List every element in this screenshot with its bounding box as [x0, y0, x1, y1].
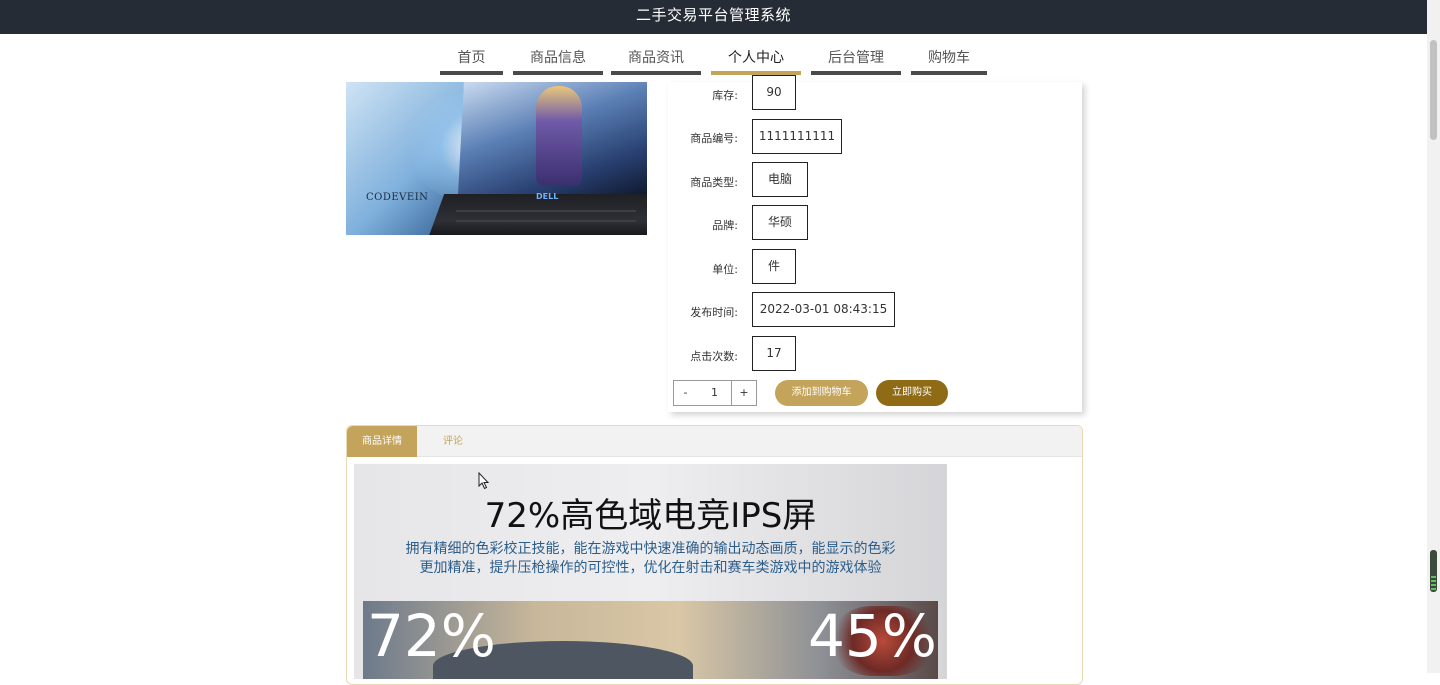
keyboard-row [455, 210, 637, 212]
laptop-logo: DELL [536, 192, 559, 201]
nav-admin[interactable]: 后台管理 [811, 47, 901, 75]
nav-personal-center-label: 个人中心 [728, 50, 784, 66]
nav-cart-label: 购物车 [928, 50, 970, 66]
game-logo: CODEVEIN [366, 192, 429, 203]
detail-subtitle: 拥有精细的色彩校正技能，能在游戏中快速准确的输出动态画质，能显示的色彩 [405, 541, 896, 557]
nav-news[interactable]: 商品资讯 [611, 47, 701, 75]
scrollbar-thumb[interactable] [1430, 40, 1437, 140]
field-value: 电脑 [752, 162, 808, 197]
marker-line [1431, 584, 1436, 586]
stat-left: 72% [367, 602, 496, 670]
quantity-plus-button[interactable]: + [731, 380, 757, 406]
nav-products-label: 商品信息 [530, 50, 586, 66]
add-to-cart-button[interactable]: 添加到购物车 [775, 380, 868, 406]
nav-cart[interactable]: 购物车 [911, 47, 987, 75]
tab-product-detail[interactable]: 商品详情 [347, 426, 417, 457]
field-value: 1111111111 [752, 119, 842, 154]
stat-right: 45% [808, 602, 937, 670]
tab-comments[interactable]: 评论 [433, 426, 473, 457]
product-detail-image: 72%高色域电竞IPS屏 拥有精细的色彩校正技能，能在游戏中快速准确的输出动态画… [354, 464, 947, 679]
field-label: 库存: [712, 89, 738, 102]
character-figure [536, 86, 582, 186]
app-header: 二手交易平台管理系统 [0, 0, 1427, 34]
field-label: 商品类型: [690, 176, 738, 189]
detail-title: 72%高色域电竞IPS屏 [484, 496, 817, 536]
field-label: 商品编号: [690, 132, 738, 145]
buy-now-button[interactable]: 立即购买 [876, 380, 948, 406]
product-image: CODEVEIN DELL [346, 82, 647, 235]
app-title: 二手交易平台管理系统 [635, 6, 791, 24]
nav-home[interactable]: 首页 [440, 47, 503, 75]
scroll-position-marker [1430, 550, 1437, 592]
quantity-minus-button[interactable]: - [673, 380, 698, 406]
field-value: 17 [752, 336, 796, 371]
nav-home-label: 首页 [457, 50, 486, 66]
marker-line [1431, 576, 1436, 578]
field-label: 点击次数: [690, 350, 738, 363]
keyboard-row [455, 220, 637, 222]
main-nav: 首页 商品信息 商品资讯 个人中心 后台管理 购物车 [0, 34, 1427, 82]
nav-personal-center[interactable]: 个人中心 [711, 47, 801, 75]
field-value: 90 [752, 75, 796, 110]
tab-bar: 商品详情 评论 [347, 426, 1082, 457]
field-label: 单位: [712, 263, 738, 276]
nav-admin-label: 后台管理 [828, 50, 884, 66]
marker-line [1431, 580, 1436, 582]
game-scene-image: 72% 45% [363, 601, 938, 679]
field-value: 件 [752, 249, 796, 284]
marker-line [1431, 588, 1436, 590]
nav-news-label: 商品资讯 [628, 50, 684, 66]
quantity-input[interactable]: 1 [697, 380, 732, 406]
detail-subtitle: 更加精准，提升压枪操作的可控性，优化在射击和赛车类游戏中的游戏体验 [419, 560, 882, 576]
nav-products[interactable]: 商品信息 [513, 47, 603, 75]
field-label: 发布时间: [690, 306, 738, 319]
field-value: 2022-03-01 08:43:15 [752, 292, 895, 327]
field-value: 华硕 [752, 205, 808, 240]
page-scrollbar[interactable] [1427, 0, 1440, 673]
field-label: 品牌: [712, 219, 738, 232]
mouse-cursor-icon [478, 472, 490, 490]
